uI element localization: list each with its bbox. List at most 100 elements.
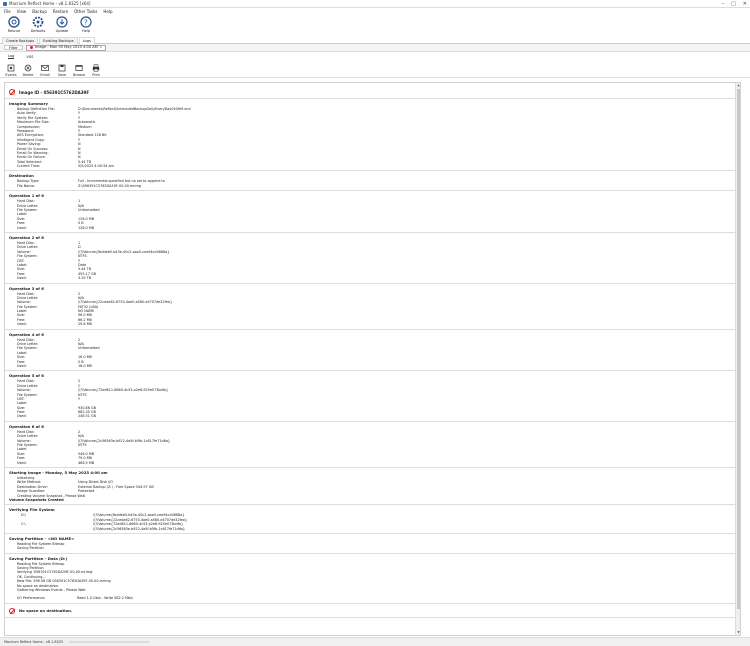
log-row: Used: 29.8 MB	[9, 322, 740, 326]
log-line: Saving Partition	[17, 546, 44, 551]
log-row: \\?\Volume{2c56563e-b922-4a5f-b5fb-1c617…	[9, 527, 740, 531]
tab-vss[interactable]: VSS	[26, 55, 33, 59]
io-performance-value: Read 1.0 Gb/s - Write 582.2 Mb/s	[77, 596, 133, 601]
browse-button[interactable]: Browse	[72, 62, 86, 77]
update-button[interactable]: Update	[52, 15, 72, 37]
print-button[interactable]: Print	[89, 62, 103, 77]
log-value: 3.29 TB	[78, 276, 92, 281]
log-tab-label: Image - Mon 05 May 2025 4:00 AM	[34, 45, 98, 49]
tab-log[interactable]: Log	[8, 54, 15, 59]
filter-button[interactable]: Filter	[4, 45, 23, 50]
log-row: Used: 466.5 MB	[9, 461, 740, 465]
destination-section: Destination Backup Type: Full - Increment…	[5, 171, 740, 192]
operation-section: Operation 5 of 6 Hard Disk: 2 Drive Letter:…	[5, 371, 740, 422]
operation-section: Operation 6 of 6 Hard Disk: 2 Drive Letter:…	[5, 422, 740, 468]
saving-partition-data-section: Saving Partition - Data (D:) Reading Fil…	[5, 554, 740, 595]
save-icon	[58, 64, 66, 72]
section-title: Imaging Summary	[9, 101, 48, 106]
defaults-label: Defaults	[30, 29, 46, 33]
menu-bar: File View Backup Restore Other Tasks Hel…	[0, 8, 750, 15]
log-tab-current[interactable]: Image - Mon 05 May 2025 4:00 AM x	[25, 44, 106, 51]
maximize-icon[interactable]: □	[731, 1, 736, 7]
section-title: Saving Partition - Data (D:)	[9, 555, 68, 561]
log-key: Used:	[17, 225, 27, 230]
operation-section: Operation 4 of 6 Hard Disk: 2 Drive Letter:…	[5, 330, 740, 372]
scroll-down-icon[interactable]: ▼	[736, 630, 740, 635]
print-label: Print	[92, 73, 100, 77]
email-icon	[41, 65, 49, 71]
menu-restore[interactable]: Restore	[53, 9, 68, 14]
verifying-section: Verifying File System D:\ \\?\Volume{fbdd…	[5, 505, 740, 534]
operation-section: Operation 2 of 6 Hard Disk: 1 Drive Letter:…	[5, 233, 740, 284]
menu-file[interactable]: File	[4, 9, 11, 14]
menu-other-tasks[interactable]: Other Tasks	[74, 9, 97, 14]
log-value: 16.0 MB	[78, 363, 92, 368]
section-title: Operation 3 of 6	[9, 285, 44, 291]
tab-existing-backups[interactable]: Existing Backups	[39, 37, 78, 44]
vss-created-line: Volume Snapshots Created	[9, 497, 64, 502]
scroll-up-icon[interactable]: ▲	[736, 83, 740, 88]
main-tabs: Create Backups Existing Backups Logs	[0, 37, 750, 44]
update-label: Update	[55, 29, 69, 33]
delete-button[interactable]: Delete	[21, 62, 35, 77]
menu-backup[interactable]: Backup	[32, 9, 47, 14]
log-line: Gathering Windows Events - Please Wait	[17, 588, 86, 593]
log-key: Used:	[17, 276, 27, 281]
operation-section: Operation 3 of 6 Hard Disk: 2 Drive Letter:…	[5, 284, 740, 330]
events-icon	[7, 64, 15, 72]
close-tab-icon[interactable]: x	[100, 45, 102, 50]
help-icon: ?	[80, 16, 92, 28]
section-title: Operation 1 of 6	[9, 193, 44, 199]
log-viewer: Image ID - 056391C5762DA39F Imaging Summ…	[4, 82, 741, 636]
log-value	[64, 494, 78, 498]
status-bar: Macrium Reflect Home - v8.1.8325	[0, 637, 750, 646]
scroll-thumb[interactable]	[737, 89, 740, 609]
close-icon[interactable]: ✕	[743, 1, 747, 7]
app-logo-icon	[3, 1, 7, 6]
log-value: 466.5 MB	[78, 460, 95, 465]
log-value: 128.0 MB	[78, 225, 95, 230]
log-row: Current Time: 5/5/2025 4:00:34 am	[9, 164, 740, 168]
log-key: Current Time:	[17, 164, 41, 169]
log-key: Used:	[17, 460, 27, 465]
io-performance-label: I/O Performance:	[17, 596, 46, 601]
browse-icon	[75, 65, 83, 71]
delete-label: Delete	[22, 73, 34, 77]
log-row: Used: 248.51 GB	[9, 414, 740, 418]
update-icon	[56, 16, 68, 28]
log-row: File Name: Z:\056391C5762DA39F-00-00.mrim…	[9, 184, 740, 188]
help-button[interactable]: ? Help	[76, 15, 96, 37]
section-title: Operation 6 of 6	[9, 423, 44, 429]
menu-view[interactable]: View	[17, 9, 27, 14]
tab-logs[interactable]: Logs	[78, 37, 95, 44]
save-button[interactable]: Save	[55, 62, 69, 77]
io-performance: I/O Performance: Read 1.0 Gb/s - Write 5…	[5, 594, 740, 604]
print-icon	[92, 64, 100, 72]
log-value: Z:\056391C5762DA39F-00-00.mrimg	[78, 183, 141, 188]
tab-create-backups[interactable]: Create Backups	[2, 37, 39, 44]
rescue-icon	[8, 16, 20, 28]
sub-tabs: Log VSS	[0, 53, 750, 60]
vertical-scrollbar[interactable]: ▲ ▼	[735, 83, 740, 635]
section-title: Starting Image - Monday, 5 May 2025 4:00…	[9, 470, 108, 475]
log-value: D:\Documents\Reflect\ScheduledBackupDail…	[78, 107, 191, 111]
defaults-button[interactable]: Defaults	[28, 15, 48, 37]
menu-help[interactable]: Help	[103, 9, 112, 14]
error-icon	[9, 89, 15, 95]
log-value: \\?\Volume{2c56563e-b922-4a5f-b5fb-1c617…	[93, 526, 186, 531]
window-controls: – □ ✕	[722, 1, 747, 7]
log-tab-strip: Filter Image - Mon 05 May 2025 4:00 AM x	[0, 44, 750, 52]
log-key: Used:	[17, 363, 27, 368]
log-key	[9, 527, 89, 531]
email-button[interactable]: Email	[38, 62, 52, 77]
rescue-button[interactable]: Rescue	[4, 15, 24, 37]
delete-icon	[24, 64, 32, 72]
log-row: Used: 3.29 TB	[9, 276, 740, 280]
minimize-icon[interactable]: –	[722, 1, 725, 7]
log-key: Used:	[17, 322, 27, 327]
final-error-text: No space on destination.	[19, 608, 73, 614]
events-label: Events	[5, 73, 17, 77]
log-value: 5/5/2025 4:00:34 am	[78, 164, 114, 169]
events-button[interactable]: Events	[4, 62, 18, 77]
image-id-header: Image ID - 056391C5762DA39F	[5, 83, 740, 99]
